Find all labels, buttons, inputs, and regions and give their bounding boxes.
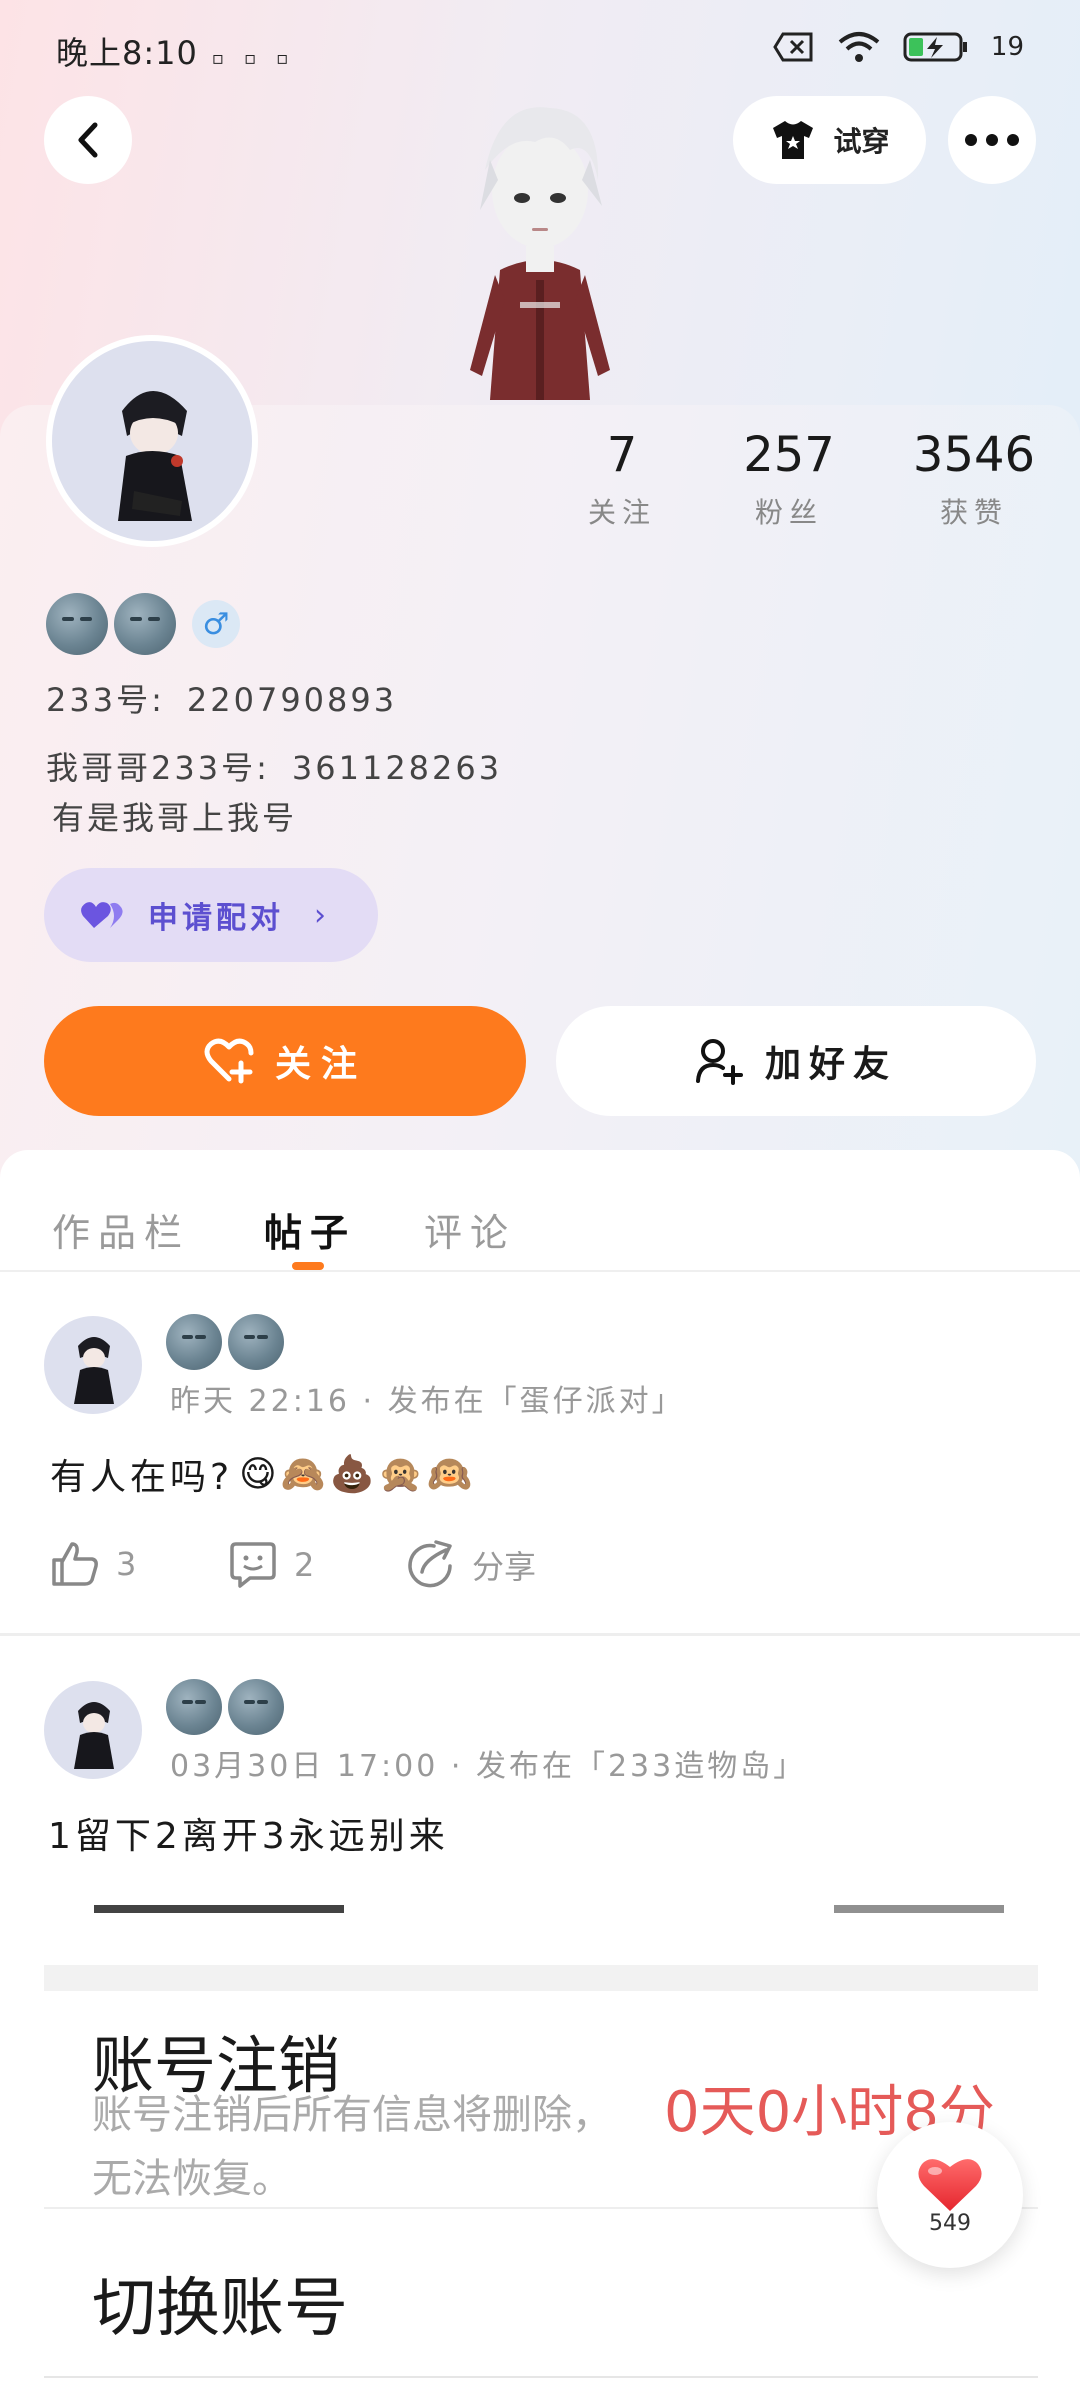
user-id-line[interactable]: 233号: 220790893 [46, 675, 397, 721]
heart-icon [918, 2158, 982, 2211]
tshirt-icon [773, 121, 814, 159]
try-on-button[interactable]: 试穿 [733, 96, 926, 184]
brother-id-value: 361128263 [291, 749, 503, 787]
cut-off-text [94, 1905, 344, 1913]
bio-line-1: 我哥哥233号: 361128263 [46, 743, 502, 789]
add-user-icon [695, 1039, 743, 1085]
add-friend-button[interactable]: 加好友 [556, 1006, 1036, 1116]
moon-badge-icon[interactable] [46, 593, 108, 655]
moon-badge-icon [228, 1679, 284, 1735]
user-id-label: 233号: [46, 681, 165, 719]
likes-count: 3546 [912, 427, 1036, 483]
settings-sheet-overlay: 账号注销 账号注销后所有信息将删除，无法恢复。 0天0小时8分 切换账号 [44, 1905, 1038, 2400]
like-fab-count: 549 [929, 2210, 971, 2236]
cut-off-text [834, 1905, 1004, 1913]
followers-label: 粉丝 [754, 496, 823, 529]
add-friend-label: 加好友 [764, 1044, 897, 1085]
notification-icons: ▫▫▫ [211, 48, 309, 69]
status-time: 晚上8:10 ▫▫▫ [56, 28, 308, 74]
profile-stats: 7 关注 257 粉丝 3546 获赞 [540, 425, 1080, 545]
like-count: 3 [116, 1545, 137, 1583]
sim-off-icon [773, 32, 813, 62]
avatar-image [74, 1337, 114, 1404]
back-button[interactable] [44, 96, 132, 184]
post-actions: 3 2 分享 [50, 1540, 650, 1600]
cut-off-row [44, 1905, 1038, 1965]
following-label: 关注 [587, 496, 656, 529]
comment-count: 2 [294, 1546, 315, 1584]
heart-plus-icon [204, 1038, 254, 1084]
avatar-image [74, 1702, 114, 1769]
post-item[interactable]: 03月30日 17:00 · 发布在「233造物岛」 1留下2离开3永远别来 [0, 1665, 1080, 1905]
post-text-content: 1留下2离开3永远别来 [48, 1816, 449, 1857]
followers-stat[interactable]: 257 粉丝 [709, 425, 869, 531]
comment-button[interactable]: 2 [228, 1540, 314, 1590]
follow-button[interactable]: 关注 [44, 1006, 526, 1116]
following-stat[interactable]: 7 关注 [542, 425, 702, 531]
status-time-text: 晚上8:10 [56, 34, 198, 72]
post-text: 1留下2离开3永远别来 [48, 1807, 449, 1859]
following-count: 7 [606, 427, 638, 483]
brother-id-label: 我哥哥233号: [46, 749, 270, 787]
post-divider [0, 1633, 1080, 1636]
more-dots-icon [965, 134, 1019, 146]
status-icons: 19 [773, 30, 1024, 64]
male-gender-icon: ♂ [192, 600, 240, 648]
post-author-badges [166, 1679, 284, 1735]
like-button[interactable]: 3 [50, 1540, 136, 1588]
post-meta: 昨天 22:16 · 发布在「蛋仔派对」 [170, 1384, 685, 1419]
battery-percent: 19 [990, 32, 1024, 62]
hearts-icon [81, 902, 123, 928]
wifi-icon [838, 32, 880, 62]
chevron-left-icon [78, 122, 98, 158]
likes-label: 获赞 [939, 496, 1008, 529]
post-meta: 03月30日 17:00 · 发布在「233造物岛」 [170, 1749, 807, 1784]
battery-icon [903, 32, 967, 62]
delete-account-description: 账号注销后所有信息将删除，无法恢复。 [92, 2092, 612, 2202]
follow-label: 关注 [274, 1044, 367, 1085]
profile-badges: ♂ [46, 593, 240, 655]
bio-line-2: 有是我哥上我号 [52, 799, 298, 837]
post-emojis: 😋🙈💩🙊🙉 [239, 1454, 476, 1495]
apply-pair-button[interactable]: 申请配对 › [44, 868, 378, 962]
apply-pair-label: 申请配对 [148, 901, 284, 936]
profile-tabs: 作品栏 帖子 评论 [0, 1150, 1080, 1270]
post-author-avatar[interactable] [44, 1316, 142, 1414]
tab-divider [0, 1270, 1080, 1272]
like-fab-button[interactable]: 549 [877, 2122, 1023, 2268]
moon-badge-icon [166, 1314, 222, 1370]
post-author-badges [166, 1314, 284, 1370]
share-button[interactable]: 分享 [406, 1540, 536, 1590]
profile-avatar[interactable] [46, 335, 258, 547]
sheet-divider [44, 2376, 1038, 2378]
comment-icon [230, 1542, 276, 1588]
tab-works[interactable]: 作品栏 [52, 1202, 190, 1257]
avatar-character[interactable] [440, 80, 640, 410]
section-gap [44, 1965, 1038, 1991]
chevron-right-icon: › [314, 897, 326, 933]
tab-comments[interactable]: 评论 [424, 1202, 516, 1257]
share-icon [408, 1540, 452, 1588]
followers-count: 257 [743, 427, 835, 483]
try-on-label: 试穿 [833, 125, 890, 158]
moon-badge-icon[interactable] [114, 593, 176, 655]
post-author-avatar[interactable] [44, 1681, 142, 1779]
share-label: 分享 [472, 1548, 537, 1586]
likes-stat[interactable]: 3546 获赞 [894, 425, 1054, 531]
moon-badge-icon [166, 1679, 222, 1735]
user-id-value: 220790893 [186, 681, 398, 719]
more-button[interactable] [948, 96, 1036, 184]
moon-badge-icon [228, 1314, 284, 1370]
post-text-content: 有人在吗? [50, 1457, 234, 1498]
post-text: 有人在吗? 😋🙈💩🙊🙉 [50, 1448, 476, 1500]
avatar-image [118, 391, 192, 521]
tab-posts[interactable]: 帖子 [264, 1202, 356, 1257]
thumbs-up-icon [52, 1542, 98, 1586]
tab-indicator [292, 1262, 324, 1270]
switch-account-button[interactable]: 切换账号 [92, 2257, 348, 2349]
post-item[interactable]: 昨天 22:16 · 发布在「蛋仔派对」 有人在吗? 😋🙈💩🙊🙉 3 2 分享 [0, 1300, 1080, 1630]
